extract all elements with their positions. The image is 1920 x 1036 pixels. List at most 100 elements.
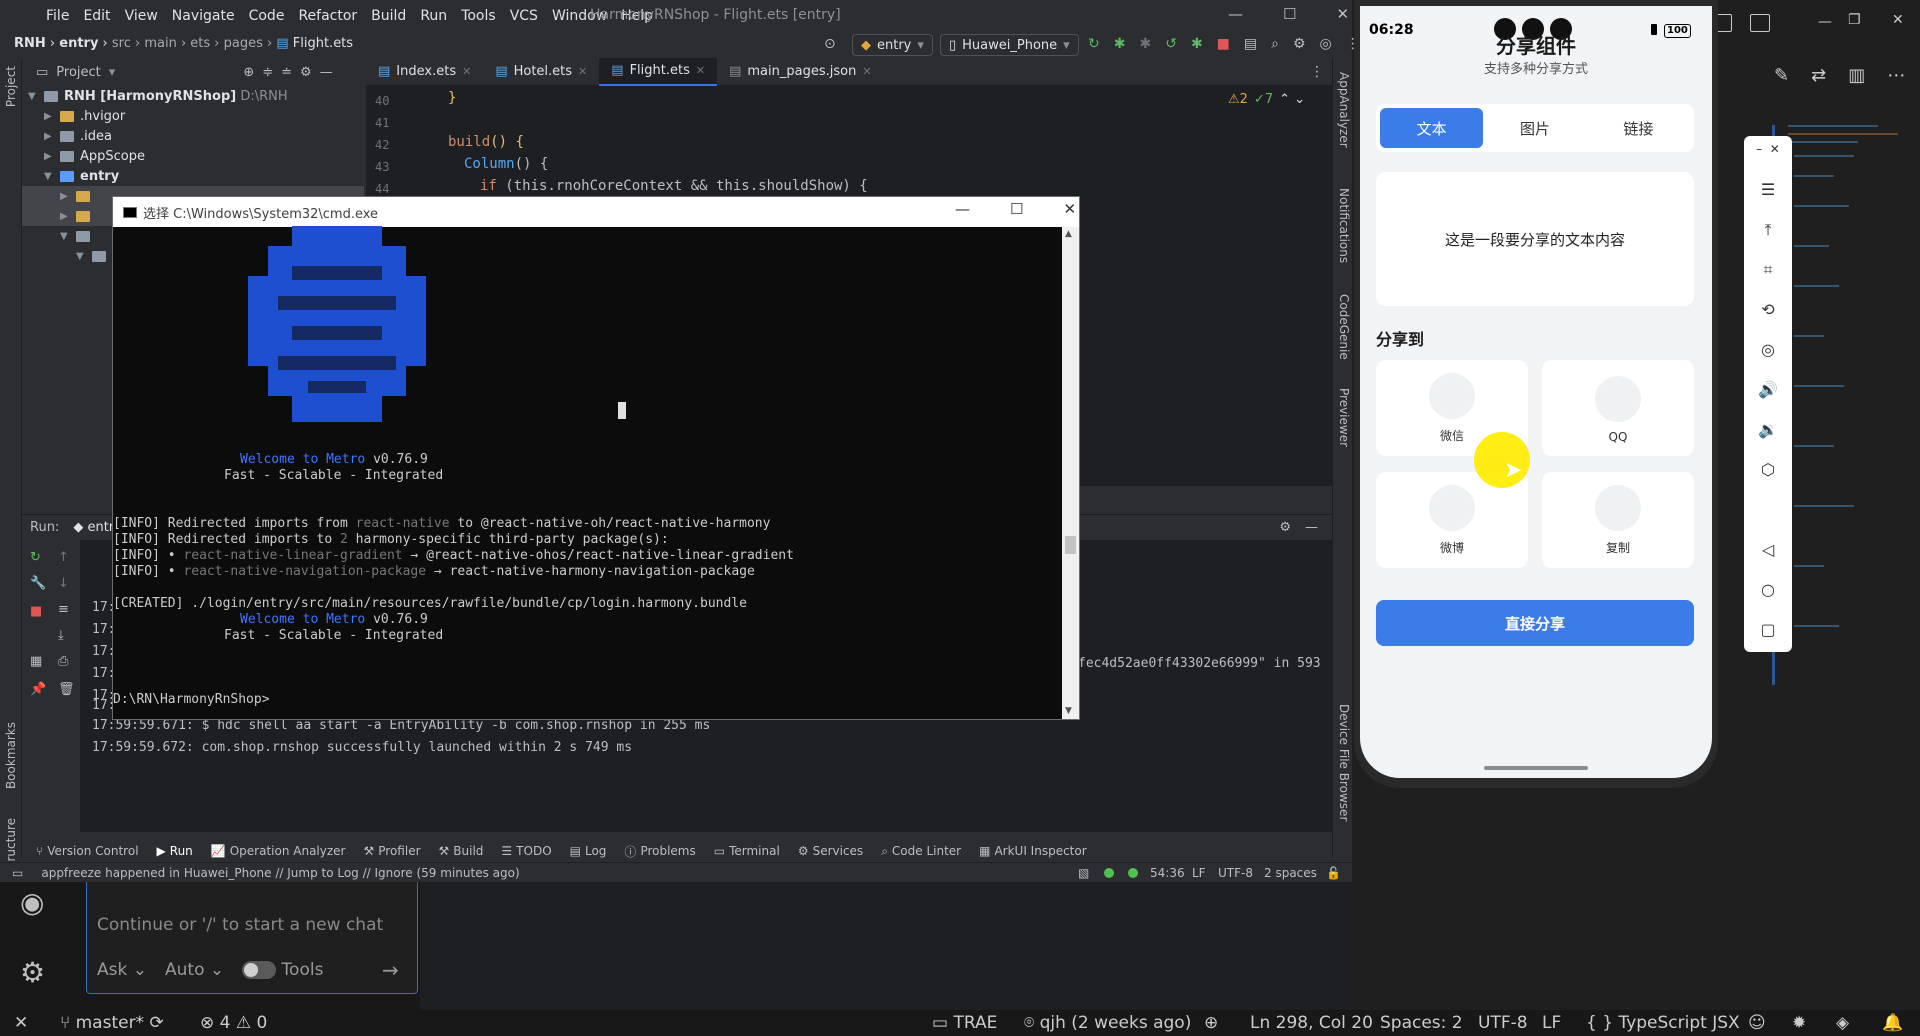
tab-arkui-inspector[interactable]: ▦ ArkUI Inspector <box>979 844 1087 858</box>
rerun-icon[interactable]: ↻ <box>1088 36 1100 52</box>
menu-view[interactable]: View <box>125 8 158 24</box>
locate-icon[interactable]: ⊕ <box>243 65 254 80</box>
device-select[interactable]: ▯ Huawei_Phone ▾ <box>940 34 1079 56</box>
inspection-widget[interactable]: ⚠2 ✓7 ⌃ ⌄ <box>1228 92 1305 107</box>
vscode-close-icon[interactable]: ✕ <box>1892 12 1904 28</box>
settings-sync-icon[interactable]: ◈ <box>1836 1013 1849 1033</box>
tab-log[interactable]: ▤ Log <box>570 844 607 858</box>
ide-minimize-icon[interactable]: — <box>1228 5 1243 23</box>
menu-tools[interactable]: Tools <box>461 8 496 24</box>
tab-run[interactable]: ▶ Run <box>157 844 193 858</box>
manage-gear-icon[interactable]: ⚙ <box>20 956 45 989</box>
stop-icon[interactable]: ■ <box>1217 36 1230 52</box>
account-circle-icon[interactable]: ◎ <box>1320 36 1332 52</box>
settings-gear-icon[interactable]: ⚙ <box>1293 36 1306 52</box>
tools-toggle[interactable]: Tools <box>242 960 323 980</box>
tab-services[interactable]: ⚙ Services <box>798 844 863 858</box>
share-target-copy[interactable]: 复制 <box>1542 472 1694 568</box>
menu-edit[interactable]: Edit <box>83 8 110 24</box>
emu-volume-down-icon[interactable]: 🔉 <box>1744 420 1792 439</box>
device-manager-icon[interactable]: ▤ <box>1244 36 1257 52</box>
status-eol[interactable]: LF <box>1192 866 1206 880</box>
tab-hotel[interactable]: ▤ Hotel.ets ✕ <box>483 58 599 86</box>
print-icon[interactable]: ⎙ <box>58 654 68 669</box>
tree-item-appscope[interactable]: ▶ AppScope <box>44 146 145 166</box>
soft-wrap-icon[interactable]: ≡ <box>58 602 69 617</box>
status-encoding[interactable]: UTF-8 <box>1218 866 1253 880</box>
project-view-select[interactable]: Project <box>56 65 100 80</box>
emu-pin-top-icon[interactable]: ⤒ <box>1744 220 1792 240</box>
emu-screenshot-icon[interactable]: ⌗ <box>1744 260 1792 280</box>
search-icon[interactable]: ⌕ <box>1271 36 1279 52</box>
run-config-select[interactable]: ◆ entry ▾ <box>852 34 933 56</box>
emu-recents-icon[interactable]: ▢ <box>1744 620 1792 639</box>
menu-run[interactable]: Run <box>420 8 447 24</box>
attach-icon[interactable]: ✱ <box>1139 36 1151 52</box>
ide-maximize-icon[interactable]: ☐ <box>1283 5 1296 23</box>
cmd-scrollbar[interactable] <box>1062 227 1079 719</box>
layout-sidebar-icon[interactable] <box>1750 14 1770 32</box>
emu-menu-icon[interactable]: ☰ <box>1744 180 1792 199</box>
encoding-setting[interactable]: UTF-8 <box>1478 1013 1528 1033</box>
split-editor-icon[interactable]: ▥ <box>1848 65 1865 86</box>
remote-icon[interactable]: ✕ <box>14 1013 28 1033</box>
tree-item-entry[interactable]: ▼ entry <box>44 166 119 186</box>
status-position[interactable]: 54:36 <box>1150 866 1185 880</box>
compare-icon[interactable]: ⇄ <box>1811 65 1826 86</box>
run-settings-icon[interactable]: ⚙ <box>1279 520 1291 535</box>
target-icon[interactable]: ⊙ <box>824 36 836 52</box>
segment-link[interactable]: 链接 <box>1587 108 1690 148</box>
scroll-up-arrow-icon[interactable]: ▲ <box>1065 229 1072 239</box>
cursor-position[interactable]: Ln 298, Col 20 <box>1250 1013 1373 1033</box>
profile-icon[interactable]: ✱ <box>1191 36 1203 52</box>
git-blame[interactable]: ⌾ qjh (2 weeks ago) <box>1024 1013 1191 1033</box>
tab-main-pages[interactable]: ▤ main_pages.json ✕ <box>717 58 883 86</box>
extension-icon[interactable]: ✹ <box>1792 1013 1806 1033</box>
tab-index[interactable]: ▤ Index.ets ✕ <box>366 58 483 86</box>
tab-problems[interactable]: ⓘ Problems <box>624 843 695 860</box>
minimap[interactable] <box>1772 125 1920 725</box>
panel-gear-icon[interactable]: ⚙ <box>300 65 312 80</box>
branch-indicator[interactable]: ⑂ master* ⟳ <box>60 1013 164 1033</box>
chat-input[interactable]: Continue or '/' to start a new chat <box>97 915 383 935</box>
menu-refactor[interactable]: Refactor <box>298 8 357 24</box>
layout-icon[interactable]: ▦ <box>30 654 42 669</box>
chat-model-select[interactable]: Auto ⌄ <box>165 960 224 980</box>
indent-setting[interactable]: Spaces: 2 <box>1380 1013 1463 1033</box>
emu-minimize-close[interactable]: – ✕ <box>1744 142 1792 156</box>
vscode-minimize-icon[interactable]: — <box>1818 14 1832 30</box>
status-message[interactable]: appfreeze happened in Huawei_Phone // Ju… <box>41 866 519 880</box>
run-rerun-icon[interactable]: ↻ <box>30 550 41 565</box>
cmd-titlebar[interactable]: 选择 C:\Windows\System32\cmd.exe <box>113 197 1079 227</box>
menu-build[interactable]: Build <box>371 8 406 24</box>
breadcrumb-project[interactable]: RNH <box>14 36 46 51</box>
breadcrumb-module[interactable]: entry <box>59 36 98 51</box>
copilot-icon[interactable]: ☺ <box>1748 1013 1766 1033</box>
scroll-end-icon[interactable]: ⤓ <box>58 628 64 643</box>
emu-record-icon[interactable]: ◎ <box>1744 340 1792 359</box>
emu-volume-up-icon[interactable]: 🔊 <box>1744 380 1792 399</box>
chat-mode-select[interactable]: Ask ⌄ <box>97 960 147 980</box>
segment-image[interactable]: 图片 <box>1483 108 1586 148</box>
tab-flight[interactable]: ▤ Flight.ets ✕ <box>599 57 718 86</box>
tree-item-src[interactable]: ▼ <box>60 226 96 246</box>
hide-panel-icon[interactable]: — <box>320 65 333 80</box>
segment-text[interactable]: 文本 <box>1380 108 1484 148</box>
ide-close-icon[interactable]: ✕ <box>1336 5 1349 23</box>
status-toggle-icon[interactable]: ▭ <box>12 866 23 880</box>
collapse-all-icon[interactable]: ≐ <box>281 65 292 80</box>
tabs-more-icon[interactable]: ⋮ <box>1310 64 1324 80</box>
tab-operation-analyzer[interactable]: 📈 Operation Analyzer <box>211 844 346 858</box>
stripe-device-file-browser[interactable]: Device File Browser <box>1337 704 1351 821</box>
tab-code-linter[interactable]: ⌕ Code Linter <box>881 844 961 859</box>
direct-share-button[interactable]: 直接分享 <box>1376 600 1694 646</box>
zoom-icon[interactable]: ⊕ <box>1204 1013 1218 1033</box>
tab-version-control[interactable]: ⑂ Version Control <box>36 844 139 858</box>
tree-item-hvigor[interactable]: ▶ .hvigor <box>44 106 125 126</box>
run-hide-icon[interactable]: — <box>1305 520 1318 535</box>
emu-home-icon[interactable]: ○ <box>1744 580 1792 599</box>
tree-root[interactable]: ▼ RNH [HarmonyRNShop] D:\RNH <box>28 86 288 106</box>
vscode-restore-icon[interactable]: ❐ <box>1848 12 1861 28</box>
more-actions-icon[interactable]: ⋯ <box>1887 65 1905 86</box>
trae-indicator[interactable]: ▭ TRAE <box>932 1013 997 1033</box>
